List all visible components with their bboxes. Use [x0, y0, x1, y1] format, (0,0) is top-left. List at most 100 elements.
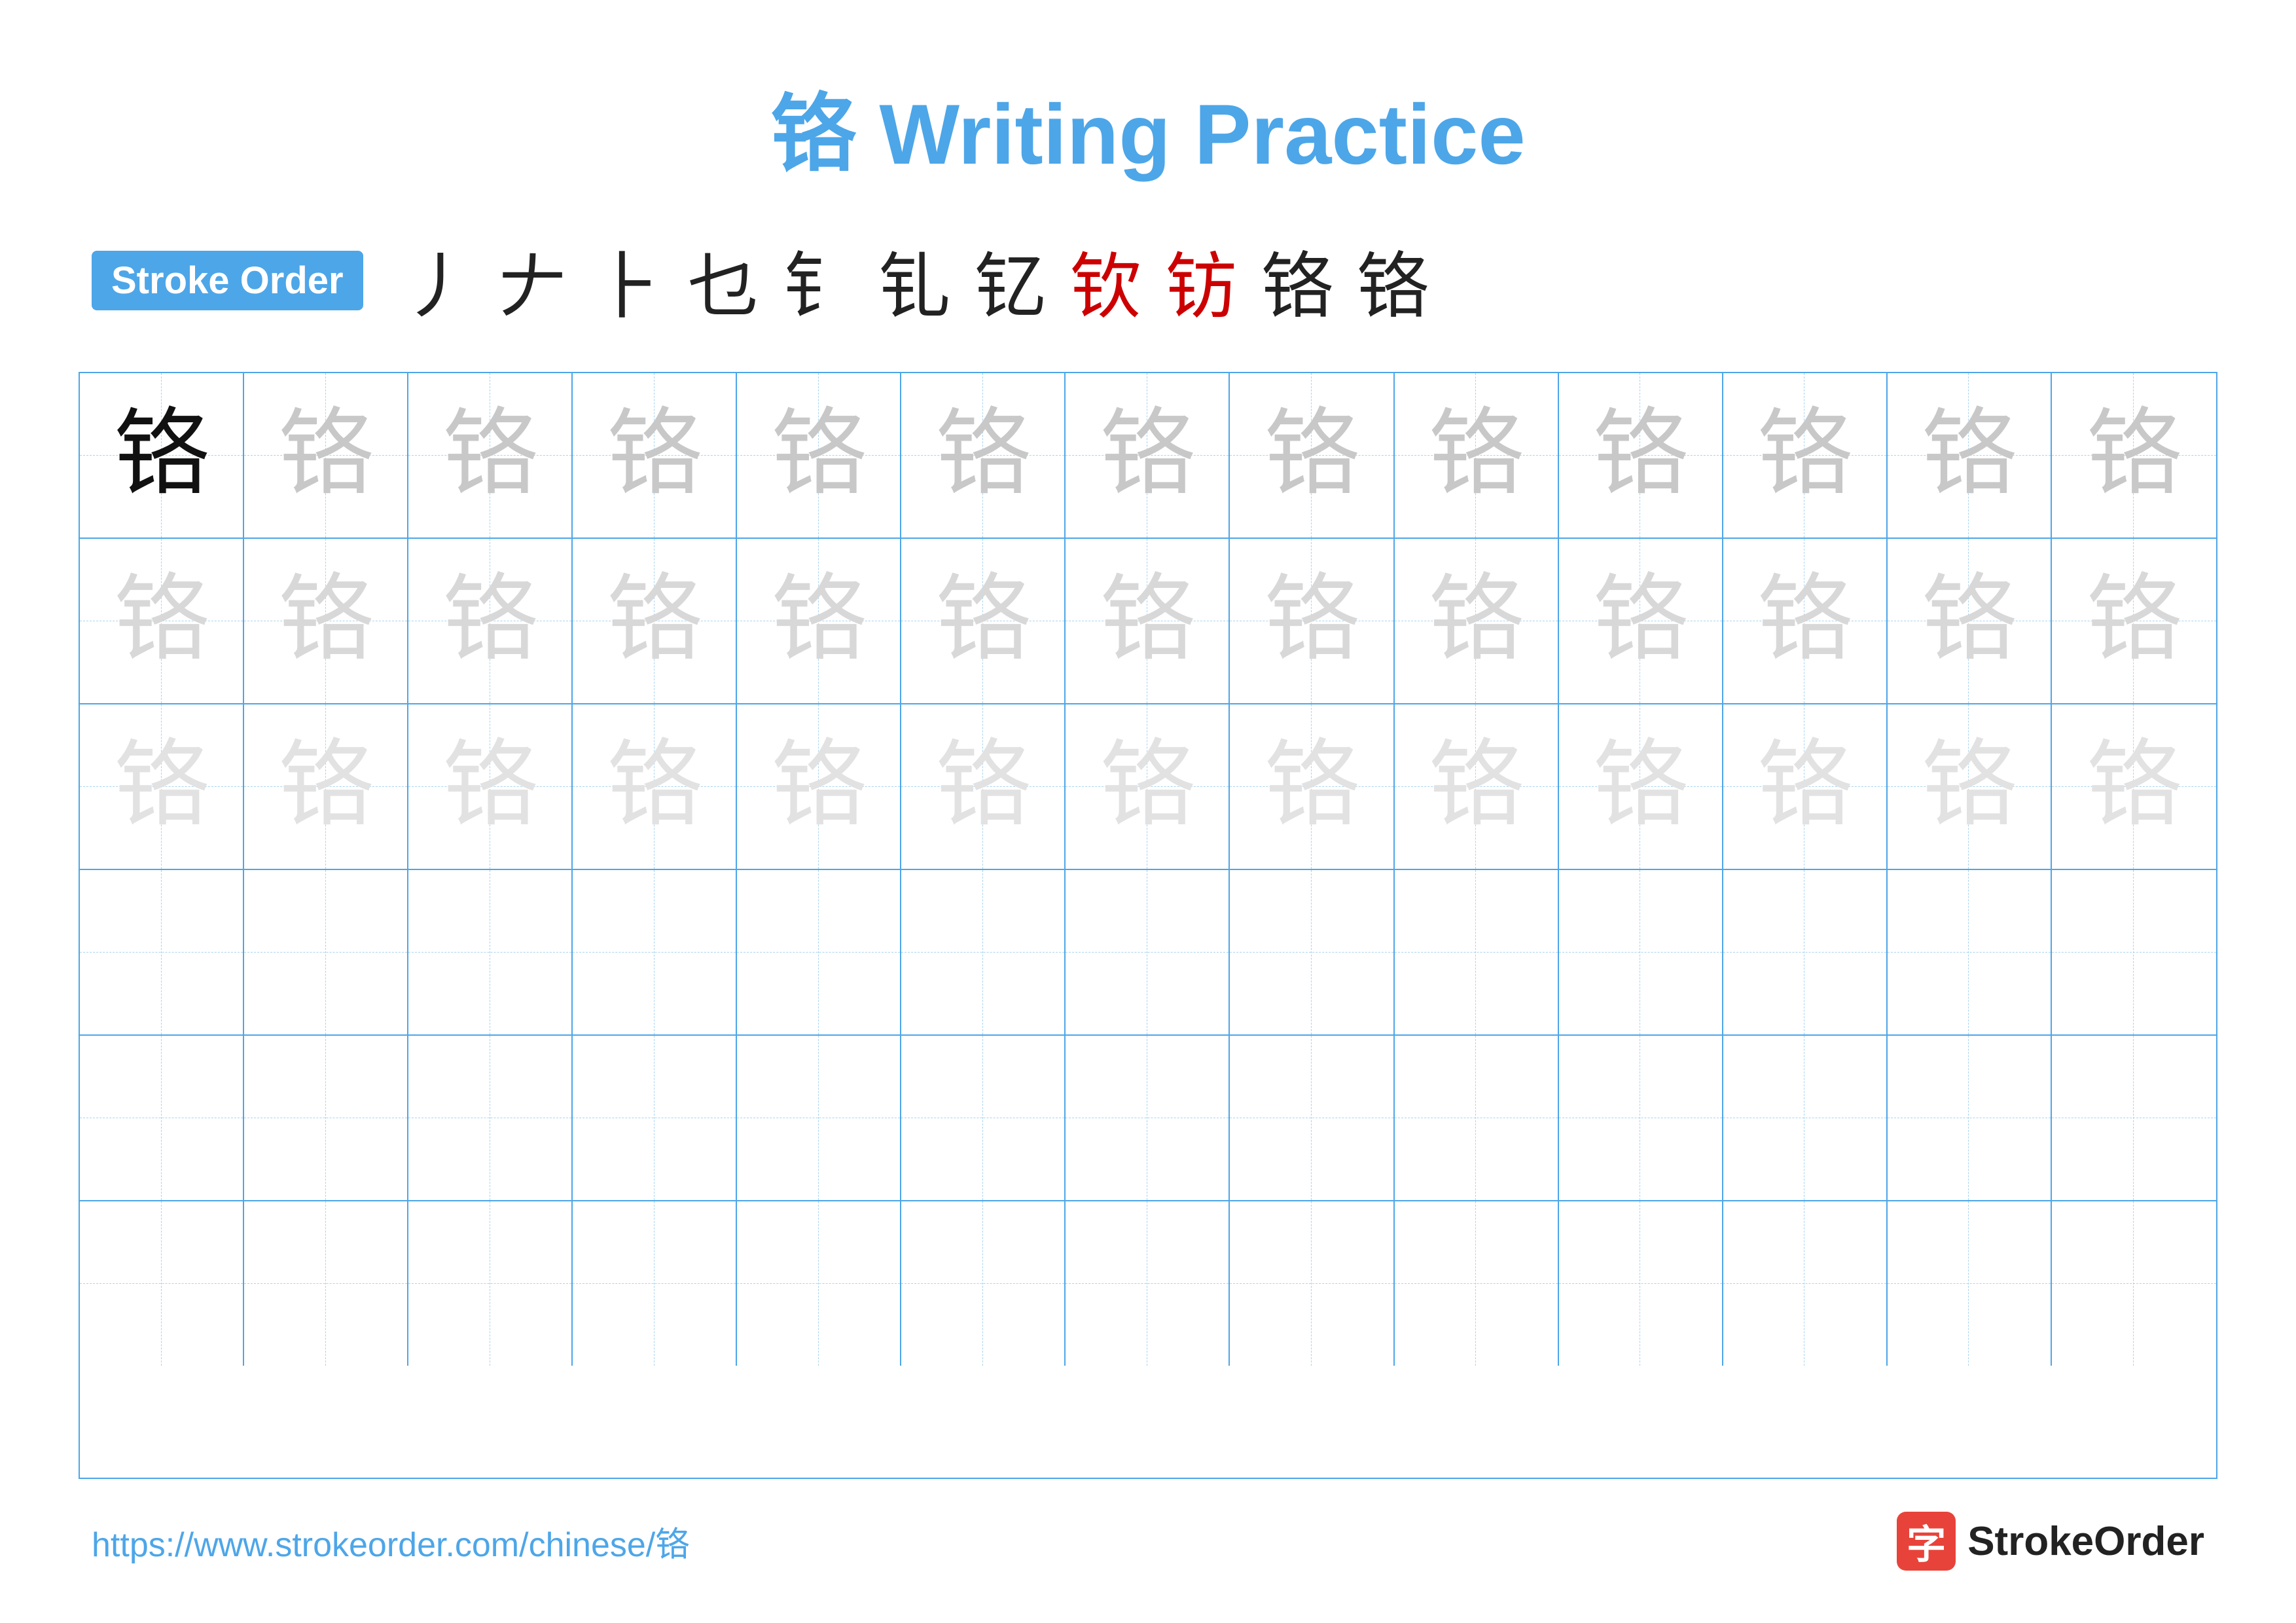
- cell-4-5[interactable]: [737, 870, 901, 1034]
- cell-1-10[interactable]: 铬: [1559, 373, 1723, 538]
- cell-2-4[interactable]: 铬: [573, 539, 737, 703]
- cell-2-3[interactable]: 铬: [408, 539, 573, 703]
- cell-6-13[interactable]: [2052, 1201, 2216, 1366]
- cell-2-10[interactable]: 铬: [1559, 539, 1723, 703]
- cell-4-8[interactable]: [1230, 870, 1394, 1034]
- cell-6-5[interactable]: [737, 1201, 901, 1366]
- cell-2-9[interactable]: 铬: [1395, 539, 1559, 703]
- cell-1-7[interactable]: 铬: [1066, 373, 1230, 538]
- cell-3-1[interactable]: 铬: [80, 704, 244, 869]
- stroke-5: 钅: [783, 228, 855, 333]
- cell-4-4[interactable]: [573, 870, 737, 1034]
- cell-5-9[interactable]: [1395, 1036, 1559, 1200]
- grid-row-1: 铬 铬 铬 铬 铬 铬 铬 铬 铬 铬 铬 铬 铬: [80, 373, 2216, 539]
- page: 铬 Writing Practice Stroke Order 丿 𠂇 ⺊ 乜 …: [0, 0, 2296, 1623]
- cell-4-13[interactable]: [2052, 870, 2216, 1034]
- cell-6-12[interactable]: [1888, 1201, 2052, 1366]
- cell-1-6[interactable]: 铬: [901, 373, 1066, 538]
- cell-3-13[interactable]: 铬: [2052, 704, 2216, 869]
- stroke-6: 钆: [879, 228, 951, 333]
- cell-2-2[interactable]: 铬: [244, 539, 408, 703]
- cell-1-5[interactable]: 铬: [737, 373, 901, 538]
- cell-6-10[interactable]: [1559, 1201, 1723, 1366]
- cell-3-5[interactable]: 铬: [737, 704, 901, 869]
- cell-6-8[interactable]: [1230, 1201, 1394, 1366]
- cell-3-3[interactable]: 铬: [408, 704, 573, 869]
- cell-6-3[interactable]: [408, 1201, 573, 1366]
- cell-5-3[interactable]: [408, 1036, 573, 1200]
- cell-6-11[interactable]: [1723, 1201, 1888, 1366]
- cell-4-1[interactable]: [80, 870, 244, 1034]
- cell-4-12[interactable]: [1888, 870, 2052, 1034]
- cell-3-7[interactable]: 铬: [1066, 704, 1230, 869]
- stroke-11: 铬: [1357, 228, 1429, 333]
- stroke-9: 钫: [1166, 228, 1238, 333]
- cell-3-2[interactable]: 铬: [244, 704, 408, 869]
- stroke-4: 乜: [688, 228, 760, 333]
- cell-4-7[interactable]: [1066, 870, 1230, 1034]
- stroke-order-badge: Stroke Order: [92, 251, 363, 310]
- cell-6-4[interactable]: [573, 1201, 737, 1366]
- cell-3-12[interactable]: 铬: [1888, 704, 2052, 869]
- char-full: 铬: [114, 408, 209, 503]
- cell-1-2[interactable]: 铬: [244, 373, 408, 538]
- cell-1-12[interactable]: 铬: [1888, 373, 2052, 538]
- cell-2-11[interactable]: 铬: [1723, 539, 1888, 703]
- cell-5-6[interactable]: [901, 1036, 1066, 1200]
- cell-1-13[interactable]: 铬: [2052, 373, 2216, 538]
- cell-5-11[interactable]: [1723, 1036, 1888, 1200]
- cell-6-7[interactable]: [1066, 1201, 1230, 1366]
- cell-5-10[interactable]: [1559, 1036, 1723, 1200]
- cell-6-2[interactable]: [244, 1201, 408, 1366]
- cell-1-11[interactable]: 铬: [1723, 373, 1888, 538]
- cell-4-11[interactable]: [1723, 870, 1888, 1034]
- page-title: 铬 Writing Practice: [770, 65, 1525, 189]
- cell-2-8[interactable]: 铬: [1230, 539, 1394, 703]
- cell-3-11[interactable]: 铬: [1723, 704, 1888, 869]
- cell-1-8[interactable]: 铬: [1230, 373, 1394, 538]
- cell-3-8[interactable]: 铬: [1230, 704, 1394, 869]
- cell-5-8[interactable]: [1230, 1036, 1394, 1200]
- cell-4-10[interactable]: [1559, 870, 1723, 1034]
- cell-3-4[interactable]: 铬: [573, 704, 737, 869]
- stroke-10: 铬: [1261, 228, 1333, 333]
- cell-5-5[interactable]: [737, 1036, 901, 1200]
- stroke-7: 钇: [975, 228, 1047, 333]
- footer-url[interactable]: https://www.strokeorder.com/chinese/铬: [92, 1517, 689, 1566]
- cell-2-7[interactable]: 铬: [1066, 539, 1230, 703]
- cell-3-10[interactable]: 铬: [1559, 704, 1723, 869]
- cell-2-6[interactable]: 铬: [901, 539, 1066, 703]
- cell-6-1[interactable]: [80, 1201, 244, 1366]
- cell-1-3[interactable]: 铬: [408, 373, 573, 538]
- logo-text: StrokeOrder: [1967, 1518, 2204, 1565]
- cell-6-9[interactable]: [1395, 1201, 1559, 1366]
- stroke-1: 丿: [401, 228, 473, 333]
- cell-5-4[interactable]: [573, 1036, 737, 1200]
- cell-4-3[interactable]: [408, 870, 573, 1034]
- footer: https://www.strokeorder.com/chinese/铬 字 …: [79, 1512, 2217, 1571]
- cell-5-13[interactable]: [2052, 1036, 2216, 1200]
- cell-2-13[interactable]: 铬: [2052, 539, 2216, 703]
- cell-3-9[interactable]: 铬: [1395, 704, 1559, 869]
- cell-2-5[interactable]: 铬: [737, 539, 901, 703]
- grid-row-5: [80, 1036, 2216, 1201]
- grid-row-6: [80, 1201, 2216, 1366]
- cell-3-6[interactable]: 铬: [901, 704, 1066, 869]
- cell-5-1[interactable]: [80, 1036, 244, 1200]
- cell-5-2[interactable]: [244, 1036, 408, 1200]
- cell-5-7[interactable]: [1066, 1036, 1230, 1200]
- cell-1-4[interactable]: 铬: [573, 373, 737, 538]
- cell-2-12[interactable]: 铬: [1888, 539, 2052, 703]
- cell-1-1[interactable]: 铬: [80, 373, 244, 538]
- cell-4-6[interactable]: [901, 870, 1066, 1034]
- cell-4-2[interactable]: [244, 870, 408, 1034]
- cell-6-6[interactable]: [901, 1201, 1066, 1366]
- cell-2-1[interactable]: 铬: [80, 539, 244, 703]
- grid-row-2: 铬 铬 铬 铬 铬 铬 铬 铬 铬 铬 铬 铬 铬: [80, 539, 2216, 704]
- grid-row-4: [80, 870, 2216, 1036]
- practice-grid: 铬 铬 铬 铬 铬 铬 铬 铬 铬 铬 铬 铬 铬 铬 铬 铬 铬 铬 铬 铬 …: [79, 372, 2217, 1479]
- cell-4-9[interactable]: [1395, 870, 1559, 1034]
- cell-1-9[interactable]: 铬: [1395, 373, 1559, 538]
- cell-5-12[interactable]: [1888, 1036, 2052, 1200]
- grid-row-3: 铬 铬 铬 铬 铬 铬 铬 铬 铬 铬 铬 铬 铬: [80, 704, 2216, 870]
